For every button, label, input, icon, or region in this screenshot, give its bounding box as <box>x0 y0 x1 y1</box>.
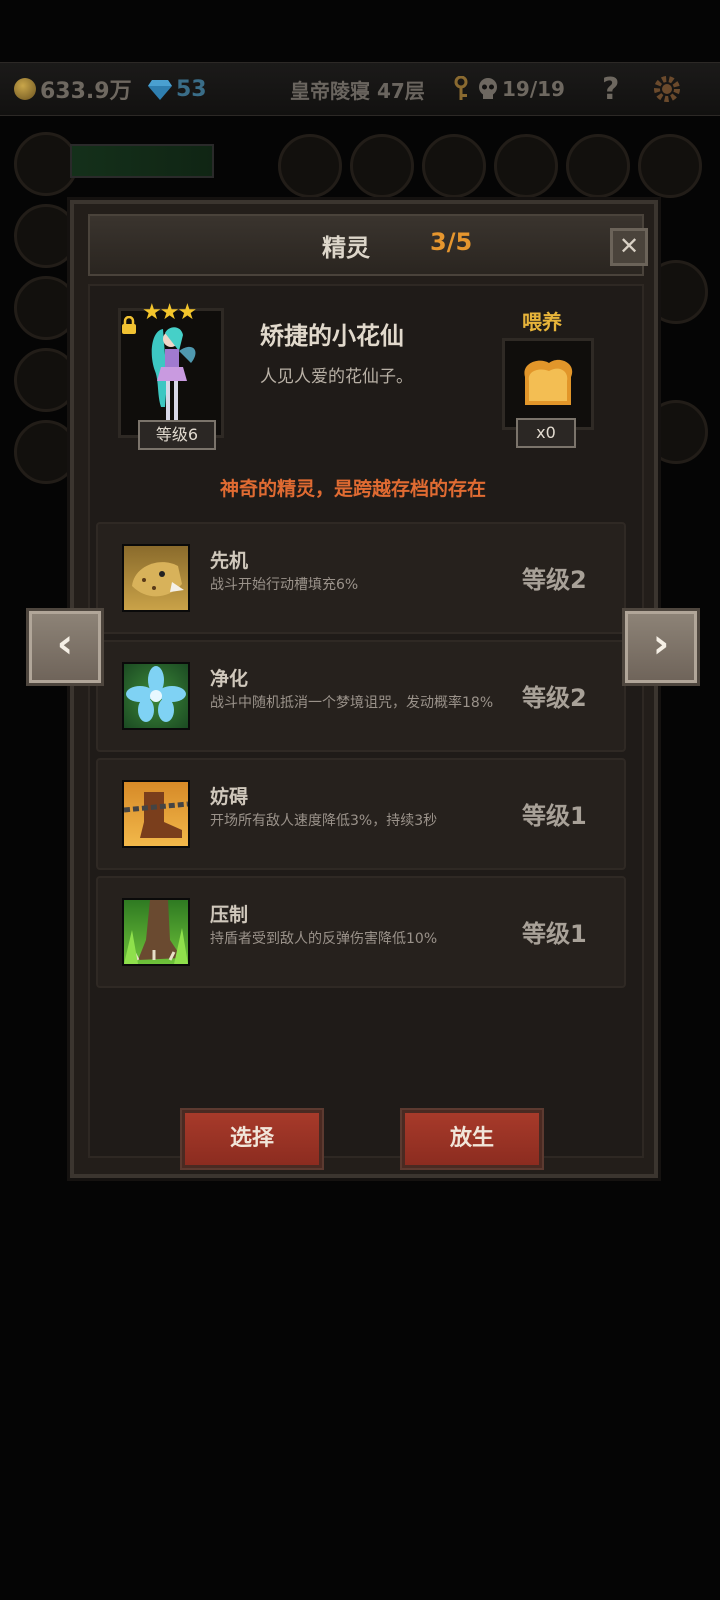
coin-icon <box>14 78 36 100</box>
hero-portrait-1[interactable] <box>14 132 78 196</box>
spirit-level: 等级6 <box>138 420 216 450</box>
gold-counter: 633.9万 <box>14 73 132 105</box>
bread-icon <box>524 359 573 405</box>
skull-icon <box>479 78 497 99</box>
rarity-stars: ★★★ <box>142 300 197 325</box>
hero-portrait-4[interactable] <box>14 348 78 412</box>
skill-row[interactable]: 先机 战斗开始行动槽填充6% 等级2 <box>96 522 626 634</box>
gem-counter: 53 <box>148 73 207 105</box>
settings-button[interactable] <box>652 73 682 105</box>
key-icon <box>454 76 468 100</box>
skill-row[interactable]: 妨碍 开场所有敌人速度降低3%，持续3秒 等级1 <box>96 758 626 870</box>
skill-name: 先机 <box>210 550 249 572</box>
feed-count: x0 <box>516 418 576 448</box>
release-button[interactable]: 放生 <box>402 1110 542 1168</box>
skill-desc: 开场所有敌人速度降低3%，持续3秒 <box>210 813 438 829</box>
floor-label: 皇帝陵寝 47层 <box>290 78 425 103</box>
select-button[interactable]: 选择 <box>182 1110 322 1168</box>
gear-icon <box>654 76 680 102</box>
skill-level: 等级2 <box>522 684 587 712</box>
top-hud: 633.9万 53 皇帝陵寝 47层 19/19 ? <box>0 62 720 116</box>
skill-name: 妨碍 <box>210 786 249 808</box>
skill-row[interactable]: 压制 持盾者受到敌人的反弹伤害降低10% 等级1 <box>96 876 626 988</box>
lock-icon[interactable] <box>120 316 138 334</box>
blue-flower-icon <box>122 662 190 730</box>
skill-level: 等级2 <box>522 566 587 594</box>
item-slot-4[interactable] <box>494 134 558 198</box>
prev-spirit-button[interactable]: ‹ <box>26 608 104 686</box>
item-slot-1[interactable] <box>278 134 342 198</box>
spirit-tagline: 神奇的精灵，是跨越存档的存在 <box>220 478 487 500</box>
skill-desc: 战斗中随机抵消一个梦境诅咒，发动概率18% <box>210 695 494 711</box>
skill-desc: 持盾者受到敌人的反弹伤害降低10% <box>210 931 438 947</box>
item-slot-6[interactable] <box>638 134 702 198</box>
next-spirit-button[interactable]: › <box>622 608 700 686</box>
help-button[interactable]: ? <box>602 72 619 107</box>
hero-portrait-5[interactable] <box>14 420 78 484</box>
gem-value: 53 <box>176 76 207 102</box>
skill-name: 压制 <box>210 904 249 926</box>
dialog-body: ★★★ 等级6 矫捷的小花仙 人见人爱的花仙子。 喂养 x0 神奇的精灵，是跨越… <box>88 284 644 1168</box>
spirit-name: 矫捷的小花仙 <box>260 322 404 350</box>
hero-hp-bar <box>70 144 214 178</box>
skill-row[interactable]: 净化 战斗中随机抵消一个梦境诅咒，发动概率18% 等级2 <box>96 640 626 752</box>
hero-portrait-2[interactable] <box>14 204 78 268</box>
chained-boot-icon <box>122 780 190 848</box>
diamond-icon <box>148 80 172 100</box>
close-button[interactable]: ✕ <box>610 228 648 266</box>
leopard-icon <box>122 544 190 612</box>
hero-portrait-3[interactable] <box>14 276 78 340</box>
spirit-dialog: 精灵 3/5 ✕ ★★★ 等级6 矫捷的小花仙 人见人爱的花仙子。 喂养 x0 … <box>70 200 658 1178</box>
skill-level: 等级1 <box>522 920 587 948</box>
dialog-header: 精灵 3/5 ✕ <box>88 214 648 276</box>
spirit-count: 3/5 <box>430 228 473 256</box>
skill-level: 等级1 <box>522 802 587 830</box>
claw-grass-icon <box>122 898 190 966</box>
skull-count: 19/19 <box>502 77 565 101</box>
item-slot-5[interactable] <box>566 134 630 198</box>
item-slot-3[interactable] <box>422 134 486 198</box>
gold-value: 633.9万 <box>40 79 132 104</box>
skill-desc: 战斗开始行动槽填充6% <box>210 577 359 593</box>
skill-name: 净化 <box>210 668 249 690</box>
spirit-description: 人见人爱的花仙子。 <box>260 367 413 387</box>
key-skull-counter: 19/19 <box>452 73 565 105</box>
item-slot-2[interactable] <box>350 134 414 198</box>
dialog-title: 精灵 <box>322 234 370 262</box>
feed-button[interactable] <box>502 338 594 430</box>
feed-label: 喂养 <box>522 310 562 334</box>
